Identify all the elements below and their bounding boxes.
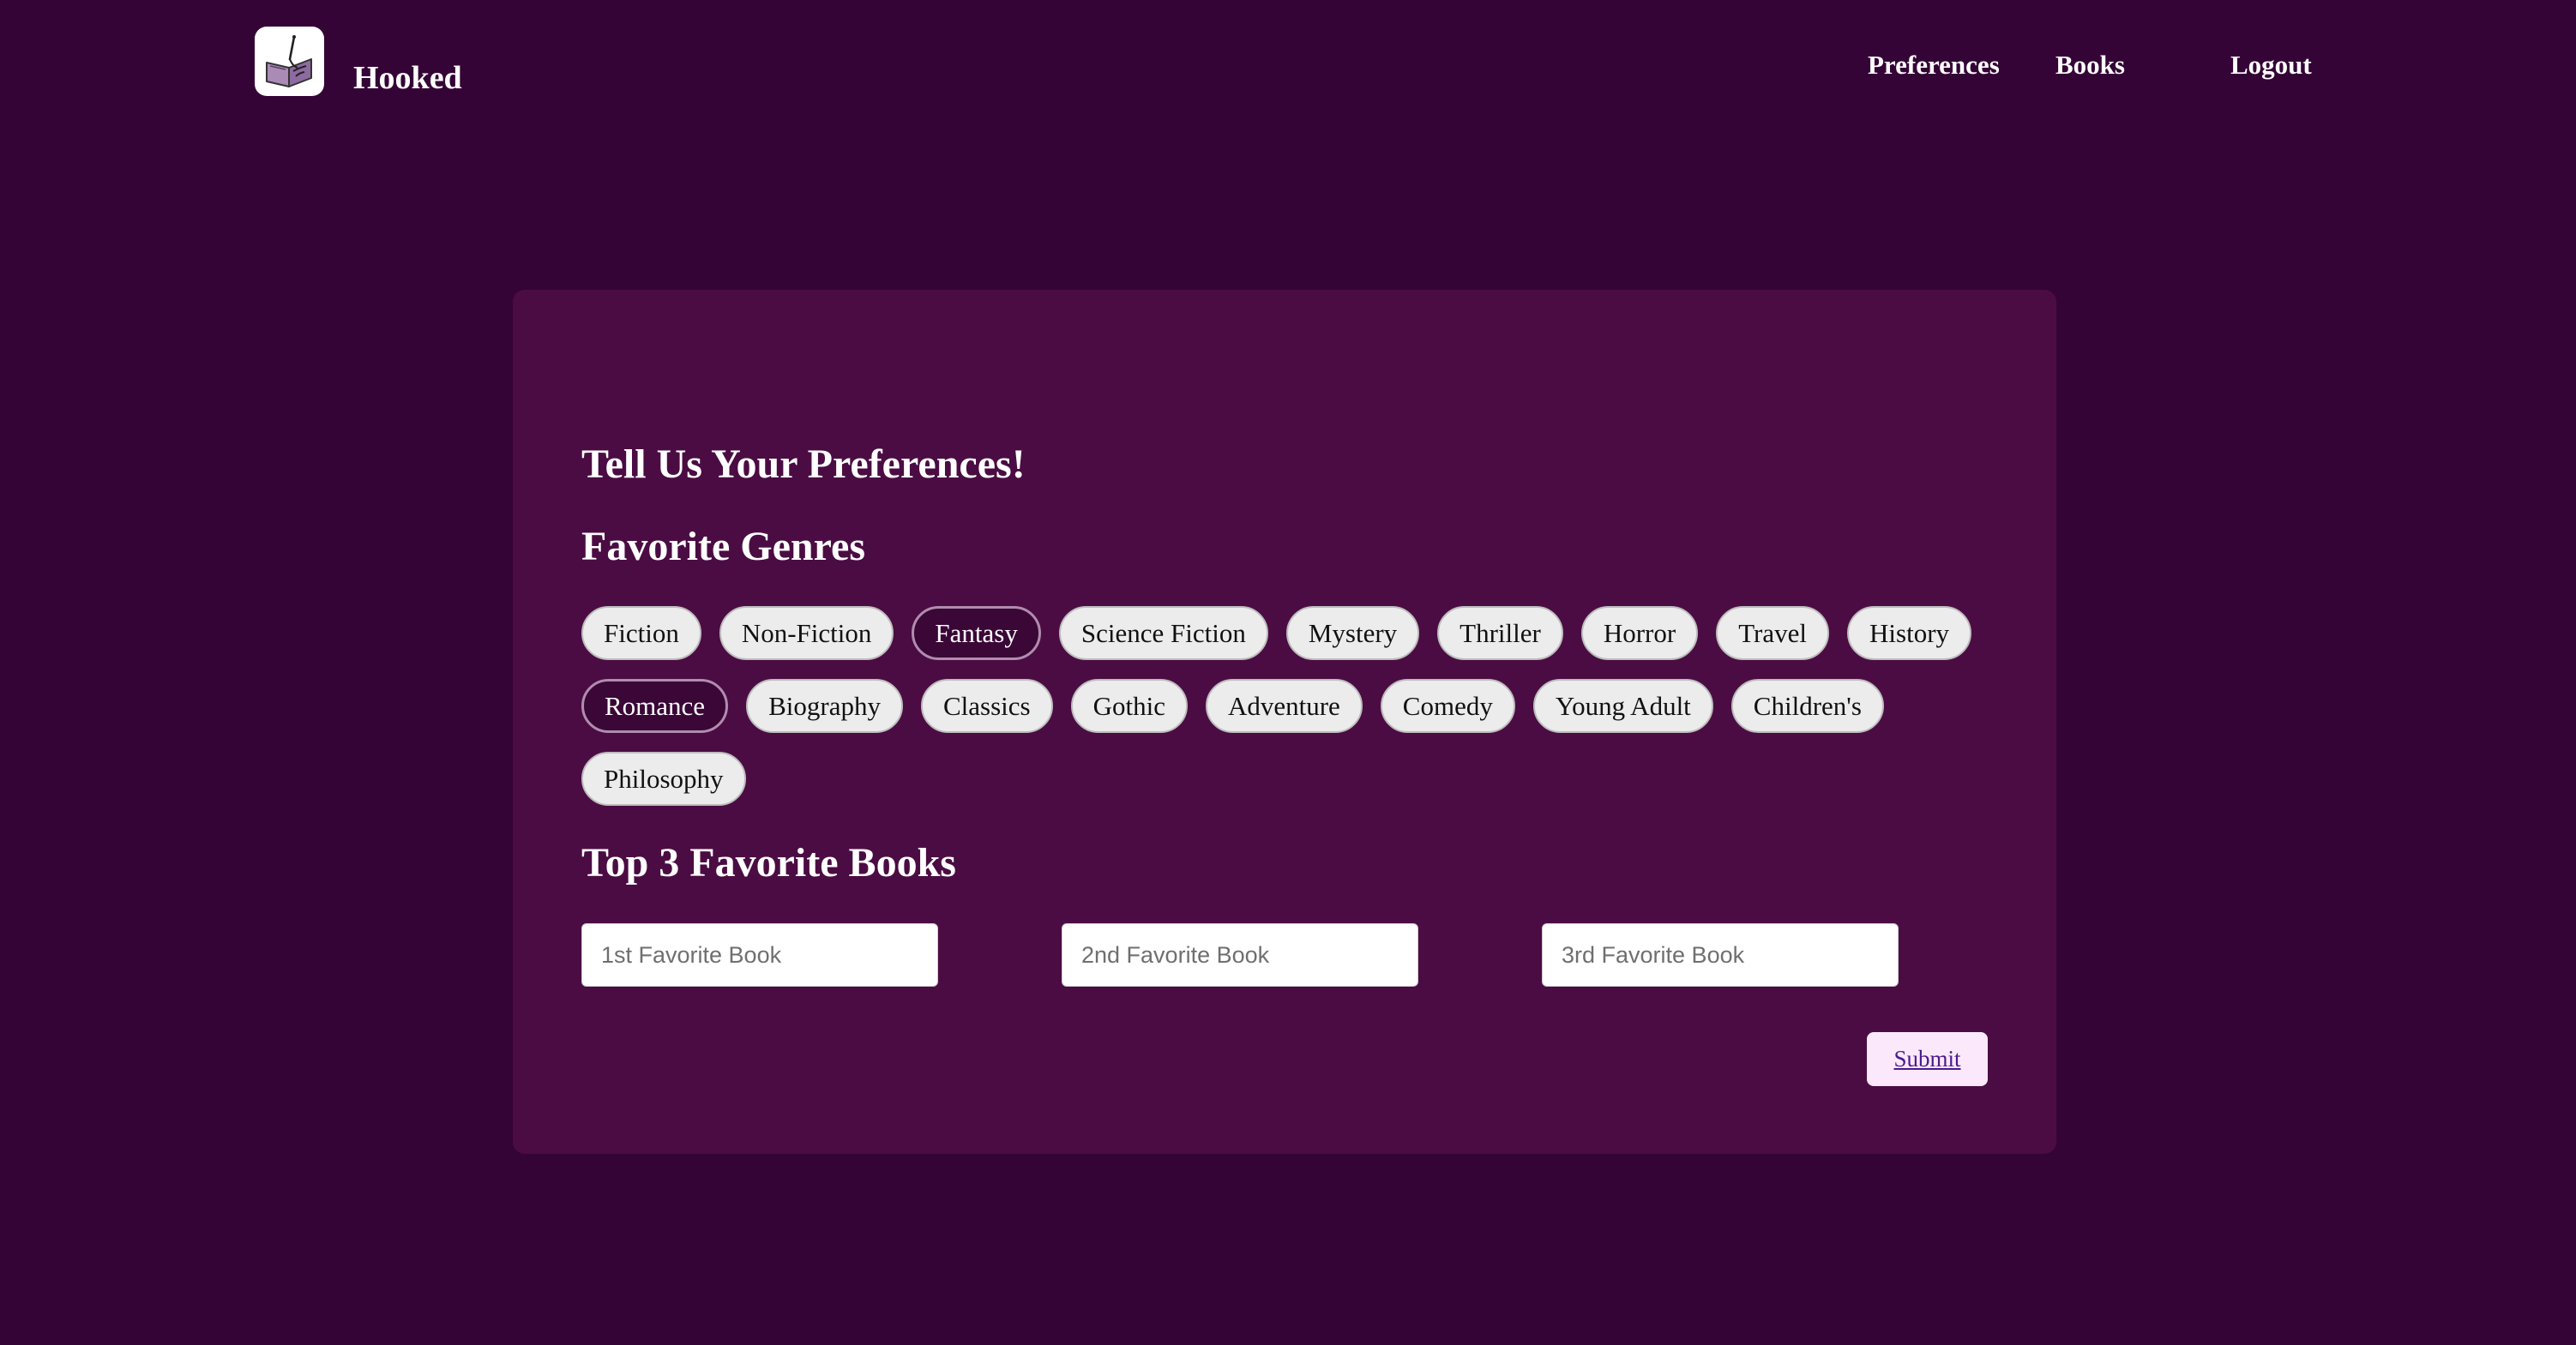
genre-list: Fiction Non-Fiction Fantasy Science Fict… bbox=[581, 606, 1988, 806]
nav-logout-link[interactable]: Logout bbox=[2230, 50, 2312, 80]
genre-pill-adventure[interactable]: Adventure bbox=[1205, 679, 1363, 733]
genre-pill-young-adult[interactable]: Young Adult bbox=[1532, 679, 1713, 733]
genre-pill-fiction[interactable]: Fiction bbox=[581, 606, 701, 660]
preferences-card: Tell Us Your Preferences! Favorite Genre… bbox=[513, 290, 2056, 1154]
genre-pill-biography[interactable]: Biography bbox=[746, 679, 903, 733]
genre-pill-travel[interactable]: Travel bbox=[1716, 606, 1830, 660]
genre-pill-comedy[interactable]: Comedy bbox=[1380, 679, 1515, 733]
genre-pill-mystery[interactable]: Mystery bbox=[1285, 606, 1420, 660]
genre-pill-gothic[interactable]: Gothic bbox=[1070, 679, 1188, 733]
genre-pill-classics[interactable]: Classics bbox=[920, 679, 1053, 733]
genre-pill-philosophy[interactable]: Philosophy bbox=[581, 752, 746, 806]
favorite-books-heading: Top 3 Favorite Books bbox=[581, 840, 956, 886]
submit-button[interactable]: Submit bbox=[1867, 1032, 1988, 1086]
genre-pill-history[interactable]: History bbox=[1847, 606, 1972, 660]
genre-pill-science-fiction[interactable]: Science Fiction bbox=[1058, 606, 1268, 660]
genre-pill-romance[interactable]: Romance bbox=[581, 679, 729, 733]
genre-pill-horror[interactable]: Horror bbox=[1580, 606, 1699, 660]
nav-books-link[interactable]: Books bbox=[2055, 50, 2125, 80]
favorite-genres-heading: Favorite Genres bbox=[581, 524, 866, 569]
top-navigation: Preferences Books Logout bbox=[0, 50, 2576, 85]
genre-pill-childrens[interactable]: Children's bbox=[1730, 679, 1884, 733]
favorite-book-2-input[interactable] bbox=[1062, 923, 1418, 987]
favorite-book-3-input[interactable] bbox=[1542, 923, 1899, 987]
page-title: Tell Us Your Preferences! bbox=[581, 441, 1026, 487]
nav-preferences-link[interactable]: Preferences bbox=[1868, 50, 2000, 80]
genre-pill-fantasy[interactable]: Fantasy bbox=[912, 606, 1041, 660]
genre-pill-non-fiction[interactable]: Non-Fiction bbox=[719, 606, 894, 660]
genre-pill-thriller[interactable]: Thriller bbox=[1437, 606, 1563, 660]
favorite-book-1-input[interactable] bbox=[581, 923, 938, 987]
